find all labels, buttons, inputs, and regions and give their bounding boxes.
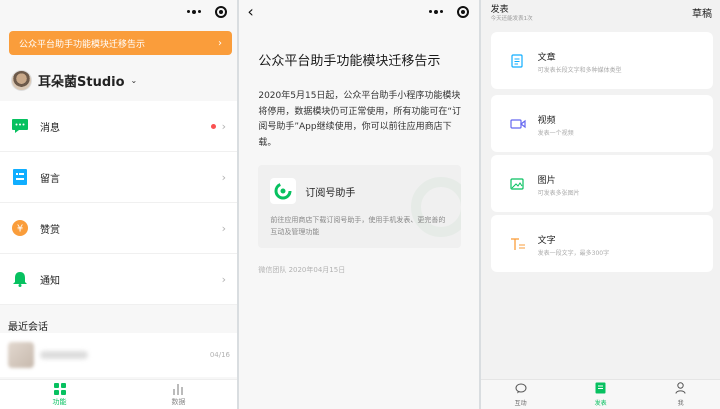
- back-arrow-icon[interactable]: ‹: [247, 2, 253, 21]
- message-icon: [12, 118, 28, 134]
- close-circle-icon[interactable]: [456, 6, 469, 18]
- more-icon[interactable]: [428, 10, 443, 14]
- bell-icon: [12, 271, 28, 287]
- tab-label: 互动: [514, 399, 527, 407]
- option-description: 发表一段文字，最多300字: [537, 250, 610, 257]
- tab-data[interactable]: 数据: [119, 380, 237, 409]
- menu-item-notifications[interactable]: 通知 ›: [0, 254, 238, 305]
- conversation-date: 04/16: [209, 351, 230, 359]
- option-description: 发表一个视频: [537, 130, 574, 137]
- more-icon[interactable]: [187, 10, 202, 14]
- comment-icon: [12, 169, 28, 185]
- app-card[interactable]: 订阅号助手 前往应用商店下载订阅号助手，使用手机发表、更完善的互动及管理功能: [258, 165, 462, 248]
- list-item[interactable]: 04/16: [0, 333, 238, 377]
- close-circle-icon[interactable]: [215, 6, 228, 18]
- app-card-description: 前往应用商店下载订阅号助手，使用手机发表、更完善的互动及管理功能: [270, 216, 446, 236]
- option-description: 可发表长段文字和多种媒体类型: [537, 67, 622, 74]
- publish-option-video[interactable]: 视频 发表一个视频: [490, 95, 713, 152]
- video-icon: [510, 116, 526, 130]
- menu-item-label: 留言: [40, 173, 60, 185]
- option-title: 图片: [537, 176, 556, 186]
- avatar: [8, 342, 34, 368]
- tab-label: 我: [677, 400, 684, 407]
- svg-text:¥: ¥: [17, 224, 23, 235]
- mini-program-capsule[interactable]: [187, 5, 228, 19]
- account-switcher[interactable]: 耳朵菌Studio ⌄: [11, 70, 137, 91]
- image-icon: [510, 176, 524, 190]
- publish-icon: [595, 382, 606, 396]
- chevron-right-icon: ›: [221, 119, 226, 133]
- chart-icon: [172, 383, 185, 395]
- chevron-right-icon: ›: [218, 37, 222, 49]
- notice-banner-text: 公众平台助手功能模块迁移告示: [19, 39, 146, 50]
- app-card-name: 订阅号助手: [305, 188, 356, 199]
- publish-option-image[interactable]: 图片 可发表多张图片: [490, 155, 713, 212]
- grid-icon: [53, 382, 66, 395]
- menu-item-comments[interactable]: 留言 ›: [0, 152, 238, 203]
- bottom-tab-bar: 互动 发表 我: [480, 379, 720, 409]
- function-menu: 消息 › 留言 › ¥ 赞赏 › 通知 ›: [0, 101, 238, 305]
- tab-label: 功能: [52, 397, 67, 406]
- menu-item-messages[interactable]: 消息 ›: [0, 101, 238, 152]
- article-title: 公众平台助手功能模块迁移告示: [258, 54, 441, 69]
- publish-option-text[interactable]: 文字 发表一段文字，最多300字: [490, 215, 713, 272]
- reward-icon: ¥: [12, 220, 28, 236]
- account-name: 耳朵菌Studio: [38, 75, 125, 90]
- menu-item-label: 赞赏: [40, 224, 60, 236]
- tab-label: 发表: [594, 400, 607, 407]
- chevron-right-icon: ›: [221, 170, 226, 184]
- article-icon: [510, 53, 524, 68]
- notice-banner[interactable]: 公众平台助手功能模块迁移告示 ›: [9, 31, 232, 55]
- avatar: [11, 70, 32, 91]
- menu-item-rewards[interactable]: ¥ 赞赏 ›: [0, 203, 238, 254]
- publish-option-article[interactable]: 文章 可发表长段文字和多种媒体类型: [490, 32, 713, 89]
- unread-dot: [210, 123, 216, 129]
- menu-item-label: 通知: [40, 275, 60, 287]
- mini-program-capsule[interactable]: [428, 5, 469, 19]
- home-screen: 公众平台助手功能模块迁移告示 › 耳朵菌Studio ⌄ 消息 › 留言 › ¥…: [0, 0, 238, 409]
- article-body: 2020年5月15日起，公众平台助手小程序功能模块将停用，数据模块仍可正常使用，…: [258, 91, 462, 148]
- article-footer: 微信团队 2020年04月15日: [258, 266, 346, 274]
- option-title: 文章: [537, 53, 556, 63]
- chat-bubble-icon: [515, 383, 527, 396]
- option-description: 可发表多张图片: [537, 190, 580, 197]
- option-title: 文字: [537, 236, 556, 246]
- option-title: 视频: [537, 116, 556, 126]
- menu-item-label: 消息: [40, 122, 60, 134]
- chevron-right-icon: ›: [221, 221, 226, 235]
- bottom-tab-bar: 功能 数据: [0, 379, 238, 409]
- subscription-assistant-logo-icon: [270, 178, 297, 204]
- tab-interact[interactable]: 互动: [481, 380, 561, 409]
- publish-screen: 发表 今天还能发表1次 草稿 文章 可发表长段文字和多种媒体类型 视频 发表一个…: [480, 0, 720, 409]
- drafts-button[interactable]: 草稿: [692, 5, 712, 20]
- tab-publish[interactable]: 发表: [561, 380, 641, 409]
- publish-quota: 今天还能发表1次: [490, 16, 533, 22]
- tab-functions[interactable]: 功能: [0, 380, 119, 409]
- screens: 公众平台助手功能模块迁移告示 › 耳朵菌Studio ⌄ 消息 › 留言 › ¥…: [0, 0, 720, 409]
- chevron-right-icon: ›: [221, 272, 226, 286]
- text-icon: [510, 236, 525, 250]
- article-screen: ‹ 公众平台助手功能模块迁移告示 2020年5月15日起，公众平台助手小程序功能…: [239, 0, 479, 409]
- person-icon: [675, 382, 686, 396]
- blurred-name: [40, 351, 88, 359]
- chevron-down-icon: ⌄: [130, 76, 138, 85]
- tab-label: 数据: [171, 397, 186, 406]
- tab-me[interactable]: 我: [641, 380, 720, 409]
- recent-conversations-title: 最近会话: [8, 322, 48, 333]
